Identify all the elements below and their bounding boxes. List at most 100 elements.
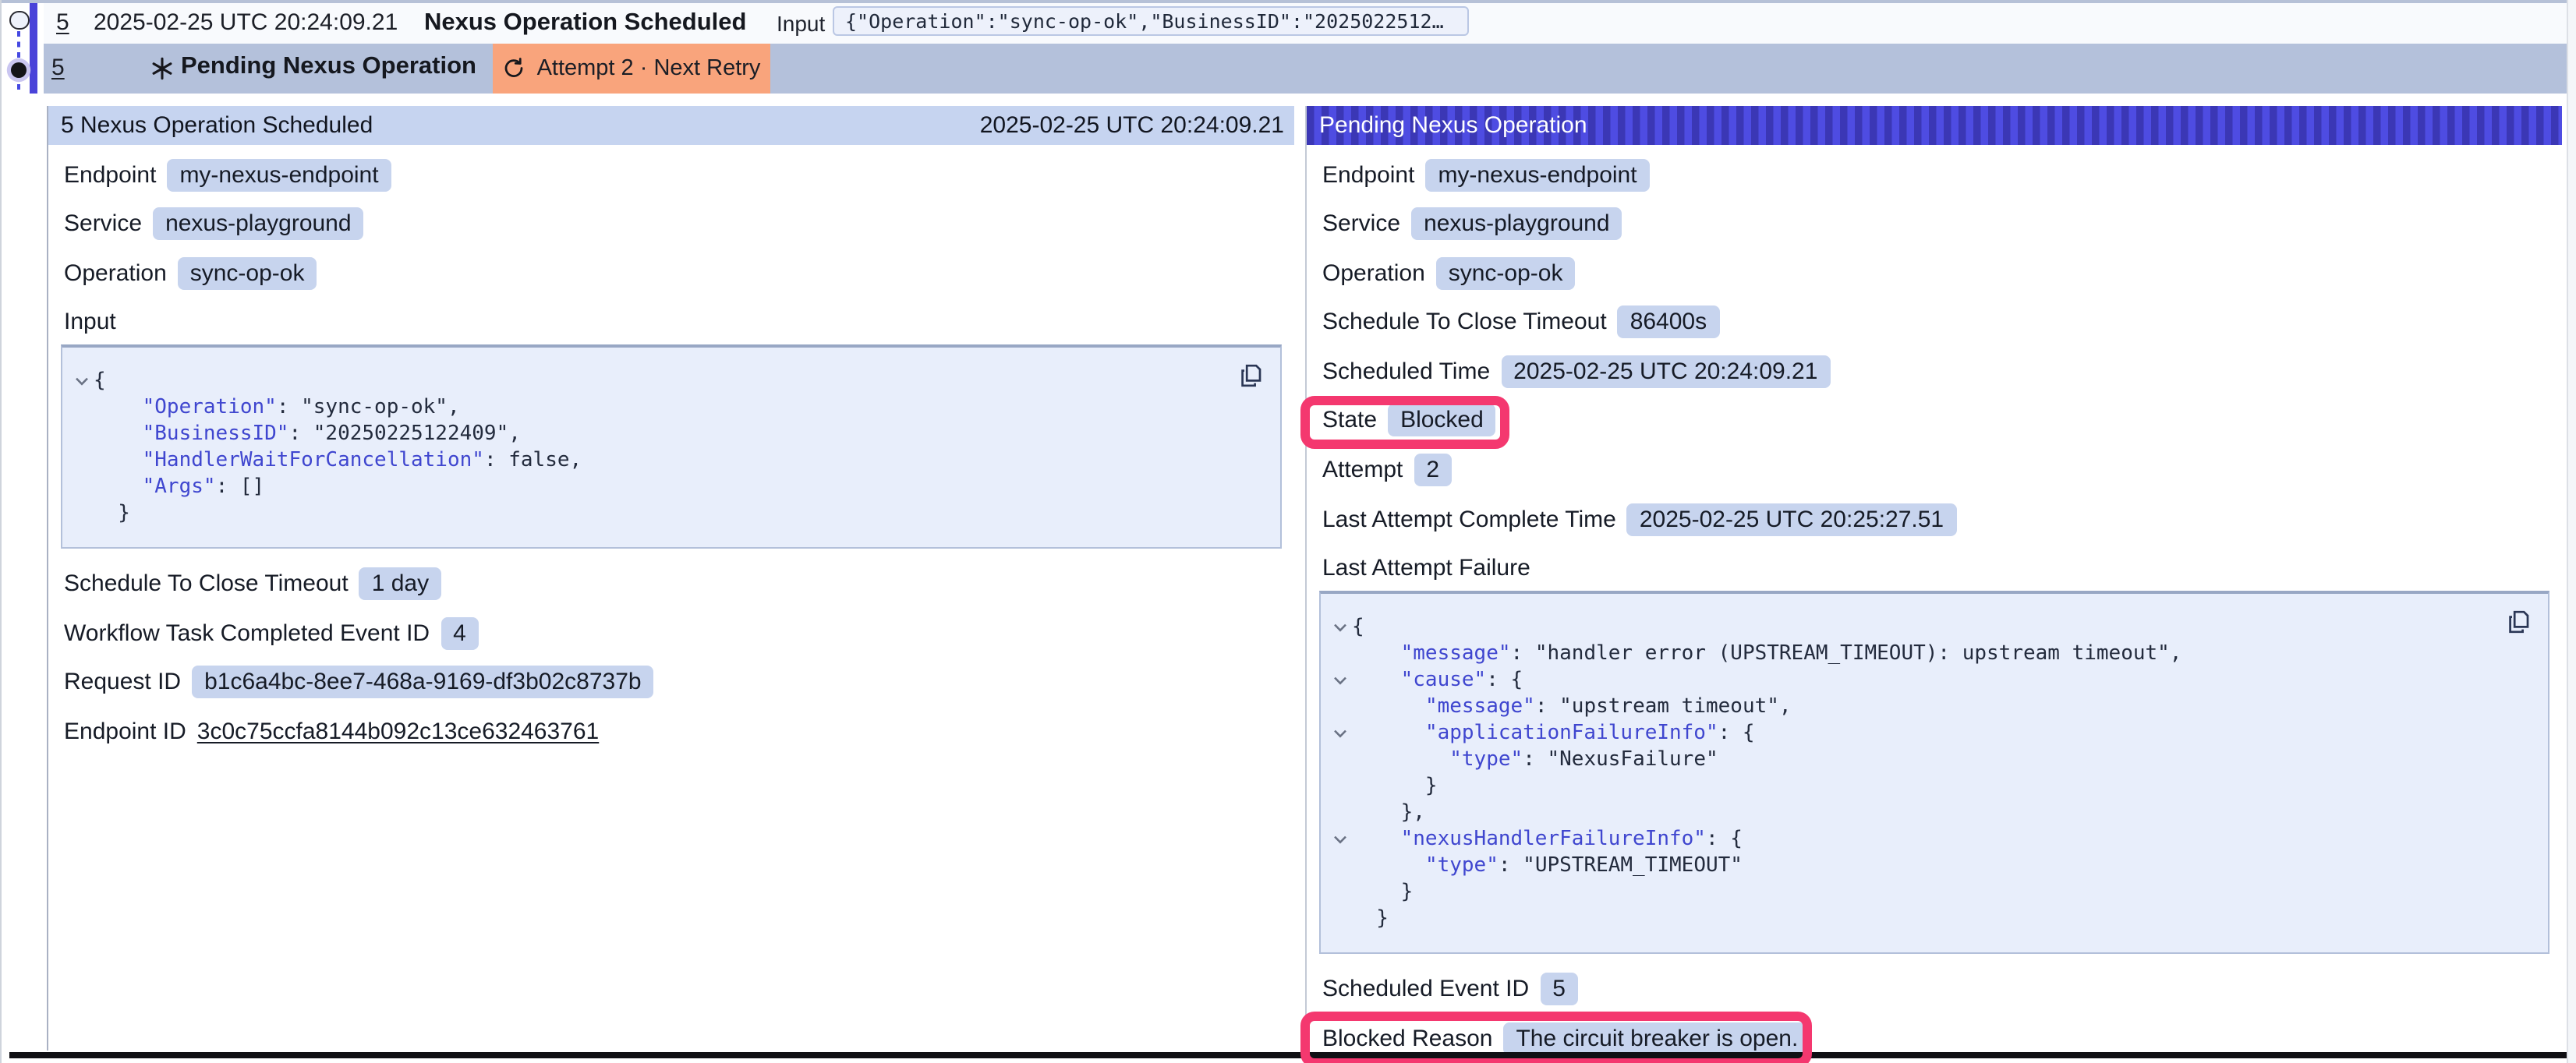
service-label: Service bbox=[64, 210, 142, 237]
collapse-chevron-icon[interactable] bbox=[1329, 668, 1352, 694]
field-row-endpoint-id: Endpoint ID 3c0c75ccfa8144b092c13ce632463… bbox=[64, 715, 1293, 748]
blocked-reason-label: Blocked Reason bbox=[1322, 1026, 1492, 1052]
event-row-nexus-operation-scheduled[interactable]: 5 2025-02-25 UTC 20:24:09.21 Nexus Opera… bbox=[0, 3, 2576, 43]
operation-label: Operation bbox=[1322, 260, 1425, 286]
field-row-service: Servicenexus-playground bbox=[1322, 207, 2562, 240]
endpoint-value-chip: my-nexus-endpoint bbox=[1425, 158, 1649, 191]
event-detail-fields-bottom: Schedule To Close Timeout1 day Workflow T… bbox=[48, 568, 1293, 749]
input-json-viewer: { "Operation": "sync-op-ok", "BusinessID… bbox=[61, 345, 1281, 549]
collapse-chevron-icon[interactable] bbox=[1329, 827, 1352, 853]
field-row-attempt: Attempt2 bbox=[1322, 454, 2562, 486]
scheduled-time-label: Scheduled Time bbox=[1322, 358, 1490, 385]
code-line: }, bbox=[1329, 800, 2532, 827]
pending-operation-title: Pending Nexus Operation bbox=[181, 52, 476, 80]
collapse-chevron-icon[interactable] bbox=[1329, 721, 1352, 747]
service-value-chip: nexus-playground bbox=[153, 207, 364, 240]
copy-input-button[interactable] bbox=[1237, 362, 1262, 390]
collapse-chevron-icon[interactable] bbox=[1329, 615, 1352, 641]
service-label: Service bbox=[1322, 210, 1400, 237]
workflow-history-view: 5 2025-02-25 UTC 20:24:09.21 Nexus Opera… bbox=[0, 0, 2576, 1063]
code-gutter bbox=[1329, 906, 1352, 933]
endpoint-id-label: Endpoint ID bbox=[64, 719, 186, 745]
schedule-to-close-timeout-value-chip: 1 day bbox=[359, 568, 441, 601]
code-line: } bbox=[1329, 880, 2532, 906]
code-gutter bbox=[1329, 853, 1352, 880]
event-detail-panel: 5 Nexus Operation Scheduled 2025-02-25 U… bbox=[48, 105, 1293, 1050]
code-gutter bbox=[70, 395, 94, 422]
failure-json-viewer: { "message": "handler error (UPSTREAM_TI… bbox=[1319, 592, 2549, 955]
field-row-operation: Operationsync-op-ok bbox=[1322, 256, 2562, 289]
left-frame-edge bbox=[0, 0, 2, 1063]
collapse-chevron-icon[interactable] bbox=[70, 369, 94, 395]
code-gutter bbox=[70, 422, 94, 448]
last-attempt-complete-time-value-chip: 2025-02-25 UTC 20:25:27.51 bbox=[1627, 503, 1956, 535]
event-timestamp: 2025-02-25 UTC 20:24:09.21 bbox=[94, 9, 398, 36]
schedule-to-close-timeout-value-chip: 86400s bbox=[1618, 306, 1719, 339]
code-line: "message": "handler error (UPSTREAM_TIME… bbox=[1329, 641, 2532, 668]
code-gutter bbox=[1329, 774, 1352, 800]
event-input-label: Input bbox=[777, 11, 825, 36]
code-line: "type": "UPSTREAM_TIMEOUT" bbox=[1329, 853, 2532, 880]
code-line: "type": "NexusFailure" bbox=[1329, 747, 2532, 774]
last-attempt-failure-label: Last Attempt Failure bbox=[1322, 553, 2562, 585]
field-row-operation: Operationsync-op-ok bbox=[64, 256, 1293, 289]
workflow-task-completed-event-id-label: Workflow Task Completed Event ID bbox=[64, 620, 430, 647]
scrollbar[interactable] bbox=[2566, 0, 2576, 1063]
code-line: } bbox=[70, 501, 1264, 528]
code-gutter bbox=[70, 448, 94, 475]
code-line: { bbox=[70, 369, 1264, 395]
code-line: { bbox=[1329, 615, 2532, 641]
attempt-value-chip: 2 bbox=[1414, 454, 1452, 486]
retry-badge-label: Attempt 2 · Next Retry bbox=[537, 56, 761, 81]
input-block-label: Input bbox=[64, 306, 1293, 339]
copy-failure-button[interactable] bbox=[2506, 609, 2531, 637]
endpoint-label: Endpoint bbox=[1322, 161, 1414, 188]
pending-nexus-operation-row[interactable]: 5 Pending Nexus Operation Attempt 2 · Ne… bbox=[0, 43, 2576, 94]
code-line: "applicationFailureInfo": { bbox=[1329, 721, 2532, 747]
pending-operation-panel-title: Pending Nexus Operation bbox=[1319, 111, 1587, 138]
endpoint-id-value[interactable]: 3c0c75ccfa8144b092c13ce632463761 bbox=[197, 719, 599, 745]
schedule-to-close-timeout-label: Schedule To Close Timeout bbox=[1322, 309, 1607, 336]
event-detail-container: 5 Nexus Operation Scheduled 2025-02-25 U… bbox=[47, 105, 2576, 1050]
pending-operation-fields-bottom: Scheduled Event ID5 Blocked ReasonThe cir… bbox=[1307, 973, 2562, 1055]
field-row-state: StateBlocked bbox=[1322, 404, 2562, 437]
code-line: "nexusHandlerFailureInfo": { bbox=[1329, 827, 2532, 853]
code-line: } bbox=[1329, 906, 2532, 933]
event-id-link[interactable]: 5 bbox=[56, 9, 69, 36]
code-line: "HandlerWaitForCancellation": false, bbox=[70, 448, 1264, 475]
workflow-task-completed-event-id-value-chip: 4 bbox=[441, 617, 479, 650]
code-line: "Args": [] bbox=[70, 475, 1264, 501]
retry-icon bbox=[503, 57, 526, 80]
code-gutter bbox=[1329, 747, 1352, 774]
operation-value-chip: sync-op-ok bbox=[178, 256, 317, 289]
field-row-service: Service nexus-playground bbox=[64, 207, 1293, 240]
scheduled-event-id-label: Scheduled Event ID bbox=[1322, 976, 1529, 1003]
field-row-blocked-reason: Blocked ReasonThe circuit breaker is ope… bbox=[1322, 1022, 2562, 1055]
retry-attempt-badge: Attempt 2 · Next Retry bbox=[493, 43, 770, 94]
code-line: "cause": { bbox=[1329, 668, 2532, 694]
field-row-last-attempt-complete-time: Last Attempt Complete Time 2025-02-25 UTC… bbox=[1322, 503, 2562, 535]
field-row-schedule-to-close-timeout: Schedule To Close Timeout1 day bbox=[64, 568, 1293, 601]
event-detail-fields: Endpoint my-nexus-endpoint Service nexus-pl… bbox=[48, 158, 1293, 289]
endpoint-label: Endpoint bbox=[64, 161, 156, 188]
event-input-preview-chip[interactable]: {"Operation":"sync-op-ok","BusinessID":"… bbox=[833, 5, 1469, 35]
code-gutter bbox=[1329, 800, 1352, 827]
field-row-scheduled-event-id: Scheduled Event ID5 bbox=[1322, 973, 2562, 1006]
pending-event-id-link[interactable]: 5 bbox=[51, 54, 65, 80]
scheduled-time-value-chip: 2025-02-25 UTC 20:24:09.21 bbox=[1501, 355, 1830, 388]
pending-operation-panel: Pending Nexus Operation Endpoint my-nexus… bbox=[1305, 105, 2562, 1050]
request-id-value-chip: b1c6a4bc-8ee7-468a-9169-df3b02c8737b bbox=[192, 666, 653, 699]
event-detail-panel-header: 5 Nexus Operation Scheduled 2025-02-25 U… bbox=[48, 105, 1293, 144]
bottom-divider bbox=[9, 1052, 2567, 1058]
code-line: "BusinessID": "20250225122409", bbox=[70, 422, 1264, 448]
pending-operation-panel-header: Pending Nexus Operation bbox=[1307, 105, 2562, 144]
code-line: } bbox=[1329, 774, 2532, 800]
event-detail-panel-timestamp: 2025-02-25 UTC 20:24:09.21 bbox=[980, 111, 1284, 138]
endpoint-value-chip: my-nexus-endpoint bbox=[167, 158, 391, 191]
last-attempt-complete-time-label: Last Attempt Complete Time bbox=[1322, 506, 1616, 532]
state-value-chip: Blocked bbox=[1388, 404, 1496, 437]
field-row-request-id: Request IDb1c6a4bc-8ee7-468a-9169-df3b02… bbox=[64, 666, 1293, 699]
field-row-endpoint: Endpoint my-nexus-endpoint bbox=[64, 158, 1293, 191]
code-line: "message": "upstream timeout", bbox=[1329, 694, 2532, 721]
pending-operation-fields: Endpoint my-nexus-endpoint Servicenexus-pl… bbox=[1307, 158, 2562, 535]
